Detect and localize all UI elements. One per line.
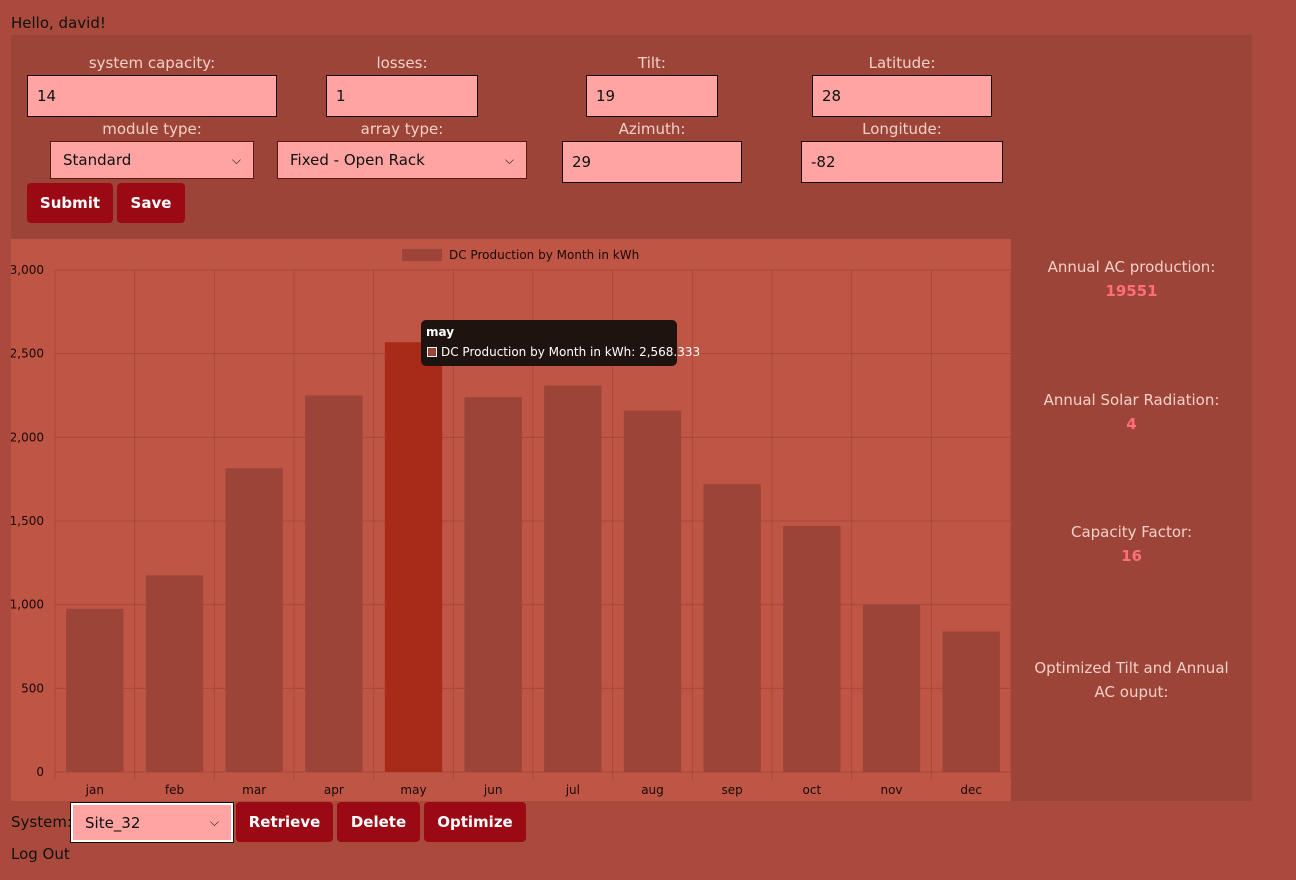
bar-oct: [783, 526, 841, 772]
tooltip-title: may: [426, 325, 455, 339]
x-tick-label: nov: [880, 783, 902, 797]
y-tick-label: 1,500: [11, 514, 44, 528]
y-tick-label: 3,000: [11, 263, 44, 277]
longitude-label: Longitude:: [862, 120, 942, 138]
chevron-down-icon: ⌵: [209, 815, 219, 829]
bar-nov: [862, 604, 921, 772]
x-tick-label: aug: [641, 783, 664, 797]
module-type-value: Standard: [63, 151, 132, 169]
delete-button[interactable]: Delete: [337, 802, 420, 842]
stats-panel: [1011, 239, 1252, 801]
azimuth-input[interactable]: 29: [562, 141, 742, 183]
bar-aug: [623, 410, 682, 772]
submit-button[interactable]: Submit: [27, 183, 113, 223]
bar-apr: [305, 395, 363, 772]
y-tick-label: 2,500: [11, 347, 44, 361]
system-select[interactable]: Site_32 ⌵: [70, 802, 234, 843]
system-capacity-input[interactable]: 14: [27, 75, 277, 117]
bar-jun: [464, 397, 522, 772]
bar-jan: [66, 608, 124, 772]
y-tick-label: 1,000: [11, 598, 44, 612]
tilt-input[interactable]: 19: [586, 75, 718, 117]
bar-dec: [942, 631, 1000, 772]
capacity-factor-value: 16: [1121, 547, 1142, 565]
y-tick-label: 2,000: [11, 430, 44, 444]
x-tick-label: sep: [722, 783, 743, 797]
x-tick-label: mar: [242, 783, 266, 797]
save-button[interactable]: Save: [117, 183, 185, 223]
bar-may: [384, 342, 443, 772]
x-tick-label: oct: [803, 783, 822, 797]
losses-label: losses:: [376, 54, 428, 72]
bar-feb: [145, 575, 204, 772]
solar-radiation-label: Annual Solar Radiation:: [1043, 391, 1220, 409]
optimized-label: Optimized Tilt and Annual AC ouput:: [1034, 659, 1229, 701]
greeting: Hello, david!: [11, 14, 106, 32]
x-tick-label: apr: [324, 783, 344, 797]
tooltip-swatch: [427, 347, 437, 357]
chart-tooltip: may DC Production by Month in kWh: 2,568…: [421, 320, 700, 366]
chevron-down-icon: ⌵: [504, 152, 514, 167]
x-tick-label: jul: [565, 783, 580, 797]
annual-ac-value: 19551: [1105, 282, 1158, 300]
retrieve-button[interactable]: Retrieve: [236, 802, 333, 842]
chevron-down-icon: ⌵: [231, 152, 241, 167]
bar-mar: [225, 468, 283, 772]
x-tick-label: feb: [165, 783, 184, 797]
x-tick-label: dec: [960, 783, 982, 797]
y-tick-label: 500: [21, 681, 44, 695]
system-label: System:: [11, 813, 72, 831]
y-tick-label: 0: [36, 765, 44, 779]
x-tick-label: jan: [85, 783, 104, 797]
legend-label: DC Production by Month in kWh: [449, 248, 639, 262]
latitude-label: Latitude:: [868, 54, 936, 72]
array-type-label: array type:: [360, 120, 444, 138]
tooltip-text: DC Production by Month in kWh: 2,568.333: [441, 345, 701, 359]
capacity-factor-label: Capacity Factor:: [1070, 523, 1193, 541]
system-select-value: Site_32: [85, 813, 141, 832]
module-type-select[interactable]: Standard ⌵: [50, 141, 254, 179]
array-type-select[interactable]: Fixed - Open Rack ⌵: [277, 141, 527, 179]
annual-ac-label: Annual AC production:: [1047, 258, 1216, 276]
solar-radiation-value: 4: [1126, 415, 1137, 433]
logout-link[interactable]: Log Out: [11, 845, 70, 863]
bar-jul: [544, 385, 602, 772]
system-capacity-label: system capacity:: [88, 54, 216, 72]
losses-input[interactable]: 1: [326, 75, 478, 117]
optimize-button[interactable]: Optimize: [424, 802, 526, 842]
x-tick-label: jun: [483, 783, 503, 797]
tilt-label: Tilt:: [638, 54, 666, 72]
bar-sep: [703, 484, 761, 772]
array-type-value: Fixed - Open Rack: [290, 151, 425, 169]
legend-swatch: [402, 249, 442, 261]
azimuth-label: Azimuth:: [618, 120, 686, 138]
latitude-input[interactable]: 28: [812, 75, 992, 117]
longitude-input[interactable]: -82: [801, 141, 1003, 183]
module-type-label: module type:: [102, 120, 202, 138]
x-tick-label: may: [400, 783, 426, 797]
